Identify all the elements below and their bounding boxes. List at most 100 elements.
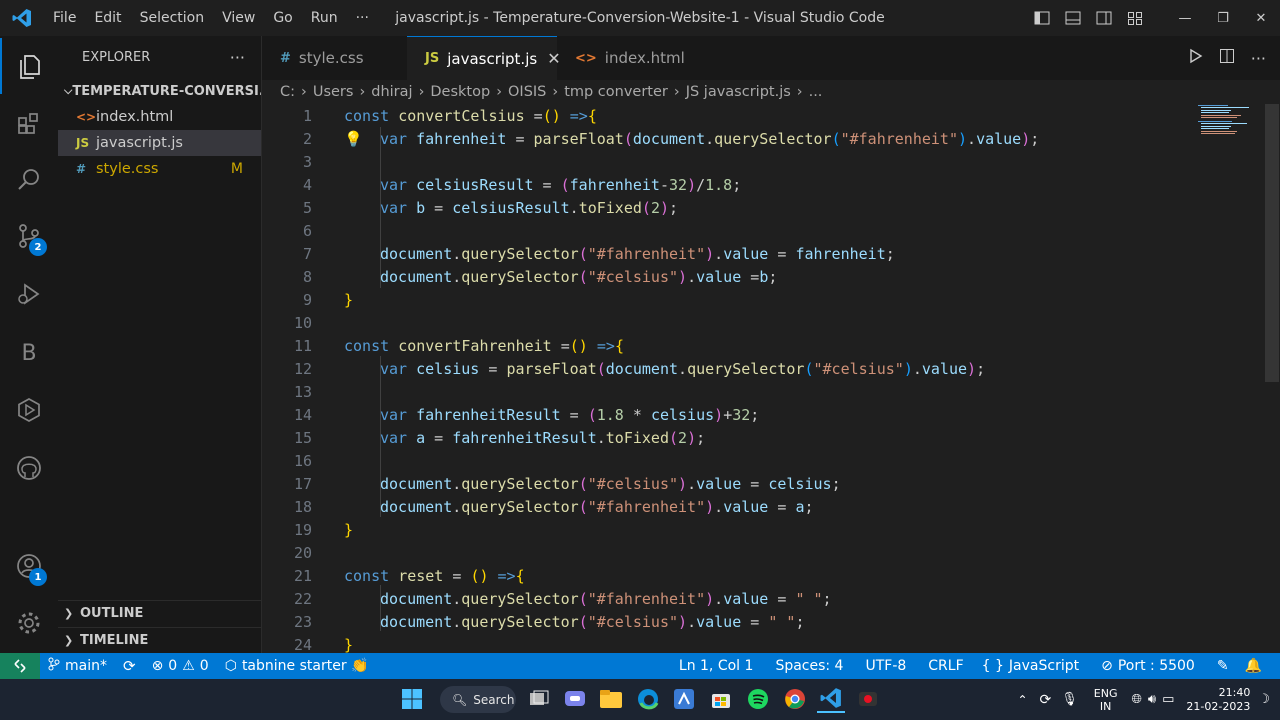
feedback-icon[interactable]: ✎ xyxy=(1209,658,1237,674)
toggle-secondary-sidebar-icon[interactable] xyxy=(1088,0,1119,36)
clock[interactable]: 21:40 21-02-2023 xyxy=(1186,686,1250,714)
vscode-insiders-icon[interactable] xyxy=(670,685,698,713)
run-file-icon[interactable] xyxy=(1187,48,1203,68)
region-code: IN xyxy=(1099,699,1112,713)
windows-taskbar: 🔍︎ Search ⌃ ⟳ 🎙︎ ENG IN 🌐︎ 🔊︎ ▭ 21:40 21… xyxy=(0,679,1280,720)
sync-button[interactable]: ⟳ xyxy=(115,657,144,675)
microphone-icon[interactable]: 🎙︎ xyxy=(1061,692,1078,707)
notifications-bell-icon[interactable]: 🔔 xyxy=(1237,658,1270,674)
code-line: 11 const convertFahrenheit =() =>{ xyxy=(293,337,624,355)
outline-label: OUTLINE xyxy=(80,606,144,621)
split-editor-icon[interactable] xyxy=(1219,48,1235,68)
tabnine-indicator[interactable]: ⬡ tabnine starter 👏 xyxy=(217,658,377,674)
menu-go[interactable]: Go xyxy=(264,0,301,36)
menu-run[interactable]: Run xyxy=(302,0,347,36)
focus-assist-moon-icon[interactable]: ☽ xyxy=(1258,692,1270,707)
windows-start-icon[interactable] xyxy=(398,685,426,713)
encoding[interactable]: UTF-8 xyxy=(857,658,914,674)
show-hidden-icons-icon[interactable]: ⌃ xyxy=(1017,693,1027,707)
breadcrumb-item[interactable]: Desktop xyxy=(430,84,490,100)
close-window-icon[interactable]: ✕ xyxy=(1242,0,1280,36)
indentation[interactable]: Spaces: 4 xyxy=(767,658,851,674)
volume-icon[interactable]: 🔊︎ xyxy=(1148,692,1156,707)
code-line: 2 💡 var fahrenheit = parseFloat(document.q… xyxy=(262,128,1262,151)
screen-recorder-icon[interactable] xyxy=(854,685,882,713)
breadcrumb-item[interactable]: JS javascript.js xyxy=(686,84,791,100)
task-view-icon[interactable] xyxy=(525,685,553,713)
input-language[interactable]: ENG IN xyxy=(1094,687,1118,713)
minimap[interactable] xyxy=(1198,104,1252,136)
microsoft-store-icon[interactable] xyxy=(707,685,735,713)
scm-badge: 2 xyxy=(29,238,47,256)
lightbulb-icon[interactable]: 💡 xyxy=(344,128,363,151)
breadcrumb-item[interactable]: dhiraj xyxy=(371,84,412,100)
editor-scrollbar[interactable] xyxy=(1265,104,1279,382)
menu-file[interactable]: File xyxy=(44,0,85,36)
restore-icon[interactable]: ❐ xyxy=(1204,0,1242,36)
battery-icon[interactable]: ▭ xyxy=(1162,692,1174,707)
tab-style-css[interactable]: # style.css xyxy=(262,36,407,80)
tab-index-html[interactable]: <> index.html xyxy=(557,36,697,80)
code-editor[interactable]: 1 const convertCelsius =() =>{ 2 💡 var fahr… xyxy=(262,104,1280,653)
run-debug-icon[interactable] xyxy=(0,266,58,322)
menu-more[interactable]: ··· xyxy=(347,0,378,36)
code-line: 13 xyxy=(293,383,312,401)
source-control-icon[interactable]: 2 xyxy=(0,208,58,264)
network-globe-icon[interactable]: 🌐︎ xyxy=(1132,692,1142,707)
breadcrumb-item[interactable]: ... xyxy=(809,84,823,100)
branch-icon xyxy=(48,657,60,675)
chrome-icon[interactable] xyxy=(781,685,809,713)
file-style-css[interactable]: # style.css M xyxy=(58,156,261,182)
system-tray: ⌃ ⟳ 🎙︎ ENG IN 🌐︎ 🔊︎ ▭ 21:40 21-02-2023 ☽ xyxy=(1017,679,1280,720)
timeline-section[interactable]: ❯ TIMELINE xyxy=(58,627,261,653)
teams-chat-icon[interactable] xyxy=(561,685,589,713)
edge-browser-icon[interactable] xyxy=(634,685,662,713)
toggle-sidebar-icon[interactable] xyxy=(1026,0,1057,36)
breadcrumb-item[interactable]: Users xyxy=(313,84,354,100)
workspace-folder[interactable]: ⌵ TEMPERATURE-CONVERSI... xyxy=(58,78,261,104)
outline-section[interactable]: ❯ OUTLINE xyxy=(58,600,261,626)
code-line: 12 var celsius = parseFloat(document.quer… xyxy=(293,360,986,378)
problems-indicator[interactable]: ⊗ 0 ⚠ 0 xyxy=(144,658,217,674)
live-share-icon[interactable] xyxy=(0,382,58,438)
search-icon: 🔍︎ xyxy=(452,692,468,707)
tab-javascript-js[interactable]: JS javascript.js ✕ xyxy=(407,36,561,80)
settings-gear-icon[interactable] xyxy=(0,595,58,651)
code-line: 17 document.querySelector("#celsius").val… xyxy=(293,475,841,493)
toggle-panel-icon[interactable] xyxy=(1057,0,1088,36)
search-icon[interactable] xyxy=(0,152,58,208)
menu-edit[interactable]: Edit xyxy=(85,0,130,36)
code-line: 16 xyxy=(293,452,312,470)
breadcrumb-item[interactable]: OISIS xyxy=(508,84,546,100)
vscode-taskbar-icon[interactable] xyxy=(817,685,845,713)
customize-layout-icon[interactable] xyxy=(1119,0,1150,36)
cursor-position[interactable]: Ln 1, Col 1 xyxy=(671,658,762,674)
warning-icon: ⚠ xyxy=(182,658,195,674)
onedrive-sync-icon[interactable]: ⟳ xyxy=(1040,692,1052,708)
more-actions-icon[interactable]: ··· xyxy=(1251,49,1266,68)
html-file-icon: <> xyxy=(575,50,597,66)
minimize-icon[interactable]: — xyxy=(1166,0,1204,36)
github-icon[interactable] xyxy=(0,440,58,496)
menu-view[interactable]: View xyxy=(213,0,264,36)
file-javascript-js[interactable]: JS javascript.js xyxy=(58,130,261,156)
accounts-icon[interactable]: 1 xyxy=(0,538,58,594)
breadcrumb-item[interactable]: tmp converter xyxy=(564,84,668,100)
chevron-down-icon: ⌵ xyxy=(64,84,73,97)
explorer-more-button[interactable]: ··· xyxy=(230,48,245,67)
taskbar-search[interactable]: 🔍︎ Search xyxy=(440,686,516,713)
explorer-icon[interactable] xyxy=(0,38,58,94)
spotify-icon[interactable] xyxy=(744,685,772,713)
extensions-icon[interactable] xyxy=(0,96,58,152)
live-server-port[interactable]: ⊘ Port : 5500 xyxy=(1093,658,1203,674)
file-explorer-icon[interactable] xyxy=(597,685,625,713)
chevron-right-icon: ❯ xyxy=(64,634,74,647)
file-index-html[interactable]: <> index.html xyxy=(58,104,261,130)
branch-indicator[interactable]: main* xyxy=(40,657,115,675)
remote-indicator-icon[interactable] xyxy=(0,653,40,679)
menu-selection[interactable]: Selection xyxy=(131,0,214,36)
language-mode[interactable]: { } JavaScript xyxy=(974,658,1087,674)
end-of-line[interactable]: CRLF xyxy=(920,658,971,674)
breadcrumb-item[interactable]: C: xyxy=(280,84,295,100)
b-extension-icon[interactable]: B xyxy=(0,325,58,381)
